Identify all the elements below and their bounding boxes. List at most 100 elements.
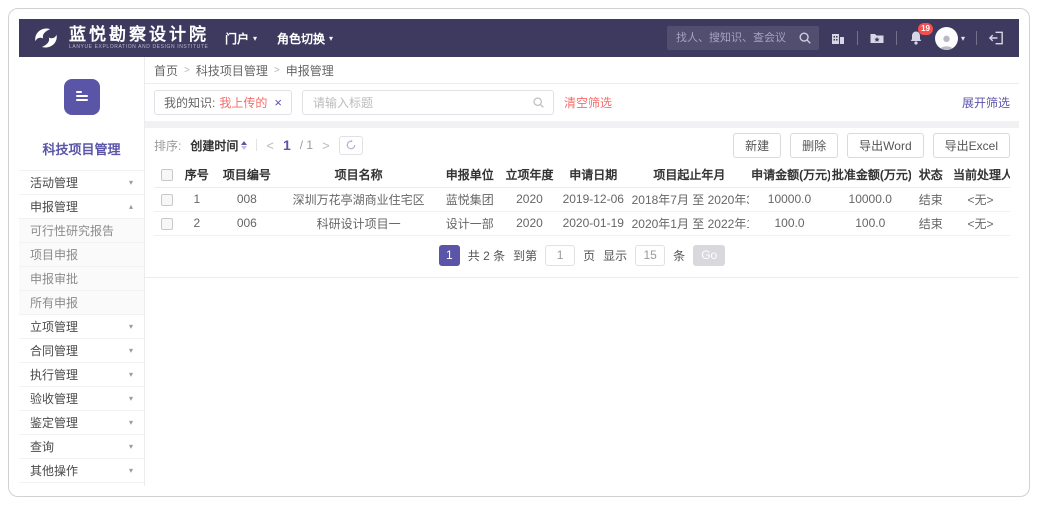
new-button[interactable]: 新建 (733, 133, 781, 158)
sidebar-item-declare-mgmt[interactable]: 申报管理 ▴ (19, 195, 144, 219)
table-row[interactable]: 1 008 深圳万花亭湖商业住宅区 蓝悦集团 2020 2019-12-06 2… (154, 187, 1010, 211)
sidebar-subitem-project-declare[interactable]: 项目申报 (19, 243, 144, 267)
show-label: 显示 (603, 247, 627, 264)
chevron-down-icon: ▾ (129, 370, 133, 379)
sidebar-item-query[interactable]: 查询 ▾ (19, 435, 144, 459)
nav-menu-role-switch[interactable]: 角色切换 ▾ (277, 30, 333, 47)
row-checkbox[interactable] (161, 194, 173, 206)
sort-label: 排序: (154, 137, 181, 154)
chevron-up-icon: ▴ (129, 202, 133, 211)
go-button[interactable]: Go (693, 245, 725, 266)
chevron-down-icon: ▾ (129, 322, 133, 331)
page-unit-label: 页 (583, 247, 595, 264)
rows-unit-label: 条 (673, 247, 685, 264)
sidebar-subitem-declare-approval[interactable]: 申报审批 (19, 267, 144, 291)
sidebar-item-contract-mgmt[interactable]: 合同管理 ▾ (19, 339, 144, 363)
col-header-year: 立项年度 (502, 162, 557, 187)
brand[interactable]: 蓝悦勘察设计院 LANYUE EXPLORATION AND DESIGN IN… (31, 25, 209, 51)
favorites-folder-icon[interactable] (869, 30, 885, 46)
app-window: 蓝悦勘察设计院 LANYUE EXPLORATION AND DESIGN IN… (8, 8, 1030, 497)
global-search-box[interactable] (667, 26, 819, 50)
search-icon[interactable] (798, 31, 812, 45)
table-header-row: 序号 项目编号 项目名称 申报单位 立项年度 申请日期 项目起止年月 申请金额(… (154, 162, 1010, 187)
sidebar: 科技项目管理 活动管理 ▾ 申报管理 ▴ 可行性研究报告 项目申报 申报审批 (19, 57, 145, 486)
total-pages: / 1 (300, 138, 313, 152)
breadcrumb-declare-mgmt: 申报管理 (286, 62, 334, 79)
sort-field-created-time[interactable]: 创建时间 (190, 137, 247, 154)
expand-filter-link[interactable]: 展开筛选 (962, 94, 1010, 111)
sidebar-item-execution-mgmt[interactable]: 执行管理 ▾ (19, 363, 144, 387)
global-search-input[interactable] (674, 31, 794, 45)
export-excel-button[interactable]: 导出Excel (933, 133, 1010, 158)
sidebar-item-activity-mgmt[interactable]: 活动管理 ▾ (19, 171, 144, 195)
refresh-button[interactable] (339, 136, 363, 155)
divider (896, 31, 897, 45)
section-divider (145, 121, 1019, 128)
breadcrumb: 首页 > 科技项目管理 > 申报管理 (145, 57, 1019, 84)
breadcrumb-separator: > (274, 65, 280, 76)
chevron-down-icon: ▾ (129, 394, 133, 403)
col-header-current-handler: 当前处理人 (951, 162, 1010, 187)
logout-icon[interactable] (988, 30, 1005, 46)
chevron-down-icon: ▾ (961, 34, 965, 43)
breadcrumb-separator: > (184, 65, 190, 76)
chevron-down-icon: ▾ (129, 346, 133, 355)
user-menu[interactable]: ▾ (935, 27, 965, 50)
sidebar-subitem-all-declares[interactable]: 所有申报 (19, 291, 144, 315)
total-count-label: 共 2 条 (468, 247, 505, 264)
sidebar-item-appraisal-mgmt[interactable]: 鉴定管理 ▾ (19, 411, 144, 435)
notifications-bell-icon[interactable]: 19 (908, 30, 924, 46)
col-header-index: 序号 (180, 162, 214, 187)
sidebar-item-initiation-mgmt[interactable]: 立项管理 ▾ (19, 315, 144, 339)
col-header-approved-amount: 批准金额(万元) (830, 162, 911, 187)
sort-order-icon[interactable] (241, 141, 247, 150)
brand-title: 蓝悦勘察设计院 (69, 26, 209, 43)
nav-menu-portal[interactable]: 门户 ▾ (225, 30, 257, 47)
pagination-bar: 1 共 2 条 到第 页 显示 条 Go (145, 236, 1019, 278)
col-header-project-no: 项目编号 (214, 162, 280, 187)
organization-icon[interactable] (830, 30, 846, 46)
refresh-icon (345, 139, 357, 151)
page-size-input[interactable] (635, 245, 665, 266)
main-content: 首页 > 科技项目管理 > 申报管理 我的知识: 我上传的 × 清 (145, 57, 1019, 486)
sidebar-subitem-feasibility-report[interactable]: 可行性研究报告 (19, 219, 144, 243)
breadcrumb-tech-project-mgmt[interactable]: 科技项目管理 (196, 62, 268, 79)
filter-bar: 我的知识: 我上传的 × 清空筛选 展开筛选 (145, 84, 1019, 121)
select-all-checkbox[interactable] (161, 169, 173, 181)
col-header-declare-unit: 申报单位 (437, 162, 502, 187)
chevron-down-icon: ▾ (329, 34, 333, 43)
export-word-button[interactable]: 导出Word (847, 133, 923, 158)
table-row[interactable]: 2 006 科研设计项目一 设计一部 2020 2020-01-19 2020年… (154, 211, 1010, 235)
goto-page-label: 到第 (513, 247, 537, 264)
sidebar-item-other-ops[interactable]: 其他操作 ▾ (19, 459, 144, 483)
divider (976, 31, 977, 45)
page-button-1[interactable]: 1 (439, 245, 460, 266)
top-navbar: 蓝悦勘察设计院 LANYUE EXPLORATION AND DESIGN IN… (19, 19, 1019, 57)
notification-badge: 19 (918, 23, 933, 35)
col-header-status: 状态 (911, 162, 951, 187)
chevron-down-icon: ▾ (129, 466, 133, 475)
title-search-box[interactable] (302, 90, 554, 115)
sidebar-item-acceptance-mgmt[interactable]: 验收管理 ▾ (19, 387, 144, 411)
title-search-input[interactable] (311, 95, 526, 111)
divider (857, 31, 858, 45)
brand-logo-icon (31, 25, 61, 51)
row-checkbox[interactable] (161, 218, 173, 230)
projects-table: 序号 项目编号 项目名称 申报单位 立项年度 申请日期 项目起止年月 申请金额(… (145, 162, 1019, 236)
chevron-down-icon: ▾ (129, 442, 133, 451)
module-list-icon[interactable] (64, 79, 100, 115)
empty-area (145, 278, 1019, 487)
current-page-number: 1 (283, 137, 291, 153)
prev-page-arrow[interactable]: < (266, 138, 274, 153)
chevron-down-icon: ▾ (253, 34, 257, 43)
breadcrumb-home[interactable]: 首页 (154, 62, 178, 79)
goto-page-input[interactable] (545, 245, 575, 266)
avatar[interactable] (935, 27, 958, 50)
filter-tag-my-knowledge: 我的知识: 我上传的 × (154, 90, 292, 115)
delete-button[interactable]: 删除 (790, 133, 838, 158)
search-icon[interactable] (532, 96, 545, 109)
next-page-arrow[interactable]: > (322, 138, 330, 153)
close-icon[interactable]: × (274, 95, 282, 110)
filter-tag-value: 我上传的 (219, 94, 267, 111)
clear-filter-link[interactable]: 清空筛选 (564, 94, 612, 111)
